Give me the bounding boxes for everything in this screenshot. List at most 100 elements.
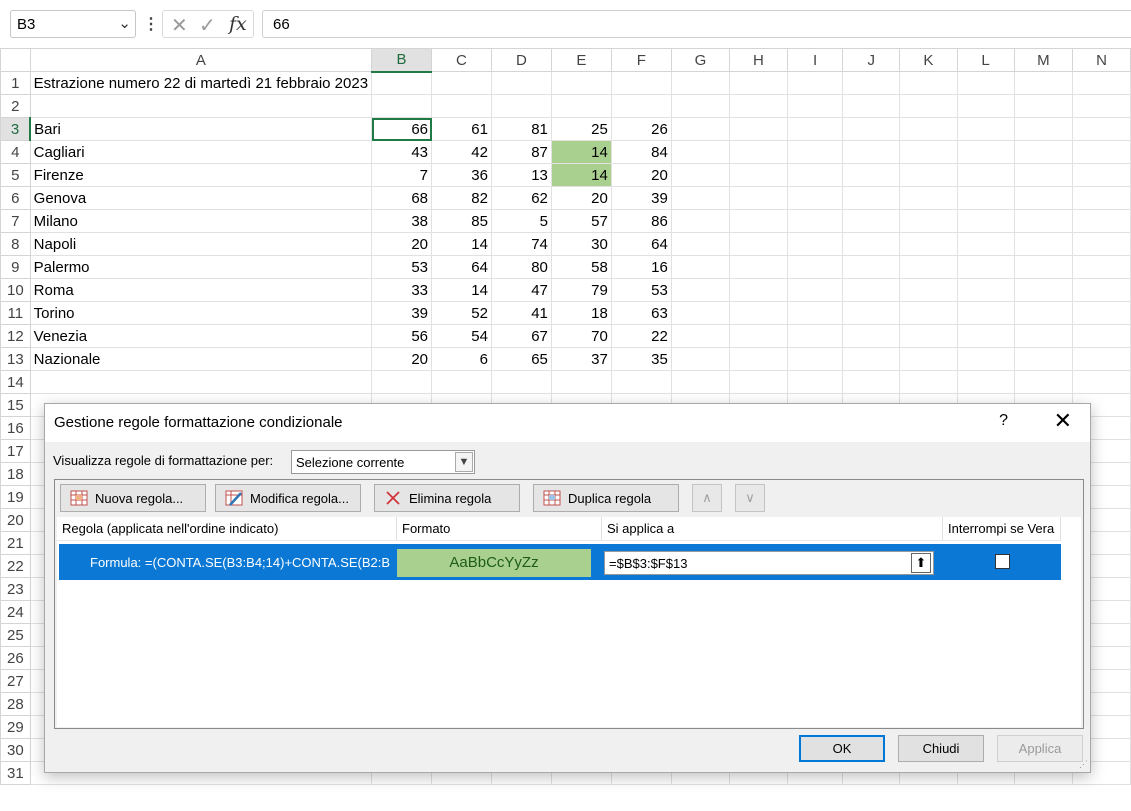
cell[interactable]: 53: [610, 278, 672, 302]
ok-button[interactable]: OK: [799, 735, 885, 762]
cell[interactable]: 35: [610, 347, 672, 371]
cell[interactable]: [956, 209, 1015, 233]
cell[interactable]: [1013, 278, 1074, 302]
row-header[interactable]: 15: [0, 393, 31, 417]
cell[interactable]: [371, 94, 432, 118]
cell[interactable]: [610, 71, 672, 95]
cell[interactable]: [1013, 140, 1074, 164]
cell[interactable]: [1013, 163, 1074, 187]
cell[interactable]: [490, 370, 552, 394]
cell[interactable]: [728, 278, 788, 302]
close-button[interactable]: Chiudi: [898, 735, 984, 762]
help-icon[interactable]: ?: [999, 412, 1008, 430]
row-header[interactable]: 13: [0, 347, 31, 371]
column-header[interactable]: H: [728, 48, 788, 72]
apply-button[interactable]: Applica: [997, 735, 1083, 762]
column-header[interactable]: C: [431, 48, 492, 72]
cell[interactable]: [842, 255, 901, 279]
cell[interactable]: [1013, 347, 1074, 371]
cell[interactable]: [899, 209, 958, 233]
cell[interactable]: Palermo: [29, 255, 373, 279]
cell[interactable]: [728, 186, 788, 210]
cell[interactable]: 14: [431, 278, 492, 302]
cell[interactable]: [956, 94, 1015, 118]
cell[interactable]: [670, 255, 730, 279]
cell[interactable]: [670, 94, 730, 118]
cell[interactable]: 52: [431, 301, 492, 325]
cell[interactable]: 5: [490, 209, 552, 233]
cell[interactable]: 81: [490, 117, 552, 141]
cell[interactable]: 37: [550, 347, 612, 371]
cell[interactable]: 38: [371, 209, 432, 233]
cell[interactable]: [728, 255, 788, 279]
cell[interactable]: 58: [550, 255, 612, 279]
row-header[interactable]: 16: [0, 416, 31, 440]
cell[interactable]: [371, 370, 432, 394]
cell[interactable]: [899, 163, 958, 187]
cell[interactable]: [786, 301, 844, 325]
cell[interactable]: [610, 94, 672, 118]
formula-input[interactable]: 66: [262, 10, 1131, 38]
cell[interactable]: [490, 71, 552, 95]
cell[interactable]: [1072, 117, 1131, 141]
cell[interactable]: [550, 71, 612, 95]
cell[interactable]: 57: [550, 209, 612, 233]
cell[interactable]: [1072, 186, 1131, 210]
cell[interactable]: [786, 140, 844, 164]
cell[interactable]: [1013, 209, 1074, 233]
cell[interactable]: [1072, 370, 1131, 394]
cell[interactable]: [899, 324, 958, 348]
cell[interactable]: 67: [490, 324, 552, 348]
cell[interactable]: [728, 140, 788, 164]
cell[interactable]: [670, 324, 730, 348]
cell[interactable]: 7: [371, 163, 432, 187]
cell[interactable]: [842, 232, 901, 256]
cell[interactable]: [29, 370, 373, 394]
cell[interactable]: [1013, 186, 1074, 210]
cell[interactable]: 66: [371, 117, 432, 141]
row-header[interactable]: 7: [0, 209, 31, 233]
cell[interactable]: [786, 370, 844, 394]
cell[interactable]: 86: [610, 209, 672, 233]
cell[interactable]: [728, 232, 788, 256]
name-box[interactable]: B3 ⌄: [10, 10, 136, 38]
cell[interactable]: 63: [610, 301, 672, 325]
cell[interactable]: [899, 370, 958, 394]
cell[interactable]: [728, 117, 788, 141]
cell[interactable]: 47: [490, 278, 552, 302]
cell[interactable]: [1072, 71, 1131, 95]
cell[interactable]: [670, 232, 730, 256]
cell[interactable]: Napoli: [29, 232, 373, 256]
cell[interactable]: [842, 370, 901, 394]
cell[interactable]: [728, 163, 788, 187]
more-options-icon[interactable]: ⋮: [143, 14, 159, 34]
cell[interactable]: [1013, 255, 1074, 279]
cell[interactable]: [842, 94, 901, 118]
cell[interactable]: [786, 94, 844, 118]
cell[interactable]: [29, 94, 373, 118]
cell[interactable]: [670, 140, 730, 164]
cell[interactable]: [842, 324, 901, 348]
cell[interactable]: 84: [610, 140, 672, 164]
cell[interactable]: Nazionale: [29, 347, 373, 371]
cell[interactable]: 54: [431, 324, 492, 348]
cell[interactable]: 70: [550, 324, 612, 348]
cell[interactable]: [670, 163, 730, 187]
cell[interactable]: [1072, 347, 1131, 371]
cell[interactable]: [786, 324, 844, 348]
cell[interactable]: [1013, 71, 1074, 95]
row-header[interactable]: 23: [0, 577, 31, 601]
cell[interactable]: [728, 209, 788, 233]
applies-to-input[interactable]: =$B$3:$F$13 ⬆: [604, 551, 934, 575]
row-header[interactable]: 5: [0, 163, 31, 187]
row-header[interactable]: 12: [0, 324, 31, 348]
row-header[interactable]: 19: [0, 485, 31, 509]
cell[interactable]: 68: [371, 186, 432, 210]
insert-function-icon[interactable]: fx: [229, 13, 247, 35]
move-down-button[interactable]: ∨: [735, 484, 765, 512]
column-header[interactable]: I: [786, 48, 844, 72]
row-header[interactable]: 8: [0, 232, 31, 256]
cell[interactable]: 64: [610, 232, 672, 256]
cell[interactable]: [670, 117, 730, 141]
row-header[interactable]: 10: [0, 278, 31, 302]
